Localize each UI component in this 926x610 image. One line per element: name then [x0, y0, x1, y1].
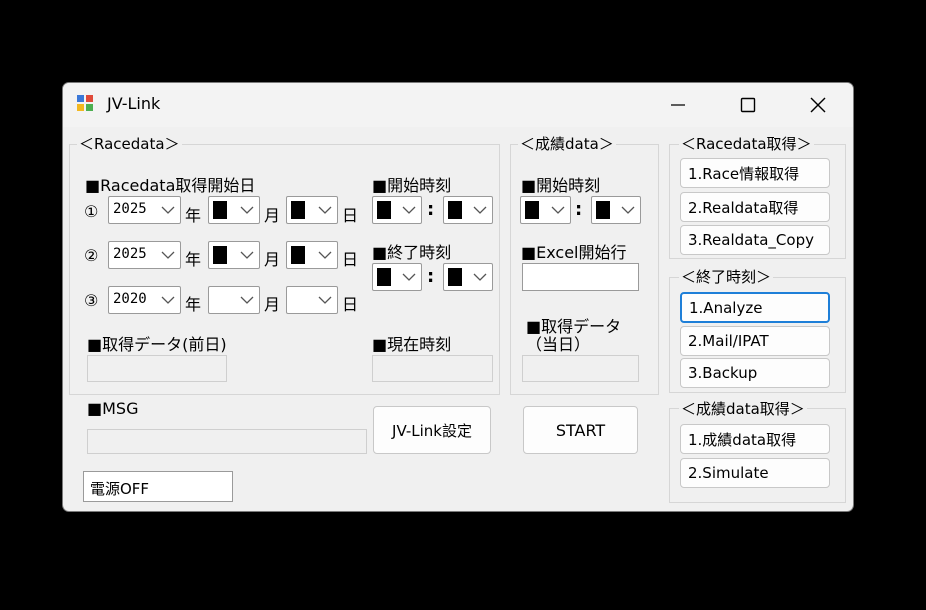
main-window: JV-Link ＜Racedata＞ ■Racedata取得開始日 ① 2025… [62, 82, 854, 512]
msg-label: ■MSG [87, 399, 139, 418]
row3-month-select[interactable] [208, 286, 260, 314]
chevron-down-icon [161, 206, 175, 214]
seiseki-data-get-button[interactable]: 1.成績data取得 [680, 424, 830, 454]
row2-year-unit: 年 [185, 250, 202, 269]
row1-month-select[interactable] [208, 196, 260, 224]
row3-month-unit: 月 [264, 295, 281, 314]
end-time-group-label: ＜終了時刻＞ [679, 266, 774, 287]
seiseki-group-label: ＜成績data＞ [518, 133, 616, 154]
title-bar: JV-Link [63, 83, 853, 127]
chevron-down-icon [240, 206, 254, 214]
minimize-button[interactable] [655, 89, 701, 121]
chevron-down-icon [318, 206, 332, 214]
excel-start-row-label: ■Excel開始行 [521, 243, 627, 262]
today-data-field[interactable] [522, 355, 639, 382]
row2-year-value: 2025 [113, 246, 147, 262]
row1-month-value [213, 201, 227, 219]
row3-day-unit: 日 [342, 295, 359, 314]
chevron-down-icon [402, 206, 416, 214]
seiseki-start-minute-select[interactable] [591, 196, 641, 224]
prev-day-data-label: ■取得データ(前日) [87, 335, 227, 354]
realdata-copy-button[interactable]: 3.Realdata_Copy [680, 225, 830, 255]
row2-marker: ② [84, 246, 99, 265]
today-data-sublabel: （当日） [526, 335, 591, 354]
close-icon [810, 97, 826, 113]
racedata-start-time-label: ■開始時刻 [372, 176, 452, 195]
jvlink-settings-button[interactable]: JV-Link設定 [373, 406, 491, 454]
row1-year-select[interactable]: 2025 [108, 196, 181, 224]
racedata-end-colon: : [427, 266, 435, 287]
row1-marker: ① [84, 202, 99, 221]
row1-day-unit: 日 [342, 206, 359, 225]
row1-day-select[interactable] [286, 196, 338, 224]
row2-day-value [291, 246, 305, 264]
maximize-button[interactable] [725, 89, 771, 121]
row2-month-select[interactable] [208, 241, 260, 269]
row2-day-unit: 日 [342, 250, 359, 269]
row3-day-select[interactable] [286, 286, 338, 314]
row1-year-unit: 年 [185, 206, 202, 225]
power-off-field[interactable]: 電源OFF [83, 471, 233, 502]
current-time-label: ■現在時刻 [372, 335, 452, 354]
chevron-down-icon [621, 206, 635, 214]
maximize-icon [740, 97, 756, 113]
racedata-end-minute-value [448, 268, 462, 286]
seiseki-start-time-label: ■開始時刻 [521, 176, 601, 195]
chevron-down-icon [402, 273, 416, 281]
racedata-start-hour-value [377, 201, 391, 219]
row2-month-value [213, 246, 227, 264]
chevron-down-icon [240, 296, 254, 304]
row1-day-value [291, 201, 305, 219]
racedata-start-date-label: ■Racedata取得開始日 [85, 176, 256, 195]
backup-button[interactable]: 3.Backup [680, 358, 830, 388]
seiseki-get-group [669, 408, 846, 503]
chevron-down-icon [161, 251, 175, 259]
start-button[interactable]: START [523, 406, 638, 454]
chevron-down-icon [473, 273, 487, 281]
window-title: JV-Link [107, 94, 161, 113]
prev-day-data-field[interactable] [87, 355, 227, 382]
seiseki-start-hour-value [525, 201, 539, 219]
racedata-start-minute-select[interactable] [443, 196, 493, 224]
row3-year-select[interactable]: 2020 [108, 286, 181, 314]
current-time-field[interactable] [372, 355, 493, 382]
racedata-start-hour-select[interactable] [372, 196, 422, 224]
excel-start-row-input[interactable] [522, 263, 639, 291]
row2-day-select[interactable] [286, 241, 338, 269]
racedata-end-minute-select[interactable] [443, 263, 493, 291]
racedata-group-label: ＜Racedata＞ [77, 133, 182, 154]
seiseki-start-hour-select[interactable] [520, 196, 571, 224]
row3-year-unit: 年 [185, 295, 202, 314]
racedata-start-colon: : [427, 199, 435, 220]
row3-year-value: 2020 [113, 291, 147, 307]
racedata-start-minute-value [448, 201, 462, 219]
chevron-down-icon [318, 251, 332, 259]
racedata-end-hour-select[interactable] [372, 263, 422, 291]
chevron-down-icon [473, 206, 487, 214]
chevron-down-icon [318, 296, 332, 304]
racedata-get-group-label: ＜Racedata取得＞ [679, 133, 814, 154]
row1-year-value: 2025 [113, 201, 147, 217]
racedata-end-time-label: ■終了時刻 [372, 243, 452, 262]
seiseki-start-colon: : [575, 199, 583, 220]
app-icon [77, 95, 95, 113]
row2-year-select[interactable]: 2025 [108, 241, 181, 269]
row2-month-unit: 月 [264, 250, 281, 269]
minimize-icon [671, 104, 685, 106]
analyze-button[interactable]: 1.Analyze [680, 292, 830, 323]
race-info-get-button[interactable]: 1.Race情報取得 [680, 158, 830, 188]
racedata-end-hour-value [377, 268, 391, 286]
row1-month-unit: 月 [264, 206, 281, 225]
close-button[interactable] [795, 89, 841, 121]
chevron-down-icon [240, 251, 254, 259]
chevron-down-icon [161, 296, 175, 304]
simulate-button[interactable]: 2.Simulate [680, 458, 830, 488]
row3-marker: ③ [84, 291, 99, 310]
msg-field[interactable] [87, 429, 367, 454]
mail-ipat-button[interactable]: 2.Mail/IPAT [680, 326, 830, 356]
seiseki-start-minute-value [596, 201, 610, 219]
realdata-get-button[interactable]: 2.Realdata取得 [680, 192, 830, 222]
chevron-down-icon [551, 206, 565, 214]
seiseki-get-group-label: ＜成績data取得＞ [679, 398, 807, 419]
